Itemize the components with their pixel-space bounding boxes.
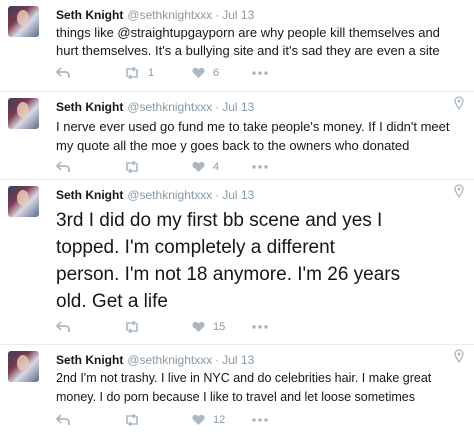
author-handle[interactable]: @sethknightxxx (127, 8, 212, 22)
tweet-text: 3rd I did do my first bb scene and yes I… (56, 207, 460, 315)
tweet-3[interactable]: Seth Knight @sethknightxxx · Jul 13 3rd I d… (0, 180, 474, 345)
like-button[interactable]: 15 (192, 320, 225, 334)
tweet-text-line: money. I do porn because I like to trave… (56, 390, 415, 404)
author-handle[interactable]: @sethknightxxx (127, 188, 212, 202)
retweet-icon (124, 321, 140, 333)
retweet-button[interactable]: 1 (124, 66, 154, 80)
reply-icon (56, 161, 70, 173)
retweet-icon (124, 161, 140, 173)
like-button[interactable]: 12 (192, 413, 225, 427)
tweet-actions: 15 (56, 320, 296, 334)
more-icon (252, 165, 268, 169)
tweet-header: Seth Knight @sethknightxxx · Jul 13 (56, 100, 254, 114)
avatar[interactable] (8, 6, 39, 37)
retweet-icon (124, 414, 140, 426)
timestamp[interactable]: Jul 13 (222, 100, 254, 114)
like-button[interactable]: 6 (192, 66, 219, 80)
retweet-icon (124, 67, 140, 79)
heart-icon (192, 321, 205, 333)
reply-icon (56, 414, 70, 426)
reply-button[interactable] (56, 66, 70, 80)
author-name[interactable]: Seth Knight (56, 8, 123, 22)
timestamp[interactable]: Jul 13 (222, 8, 254, 22)
tweet-2[interactable]: Seth Knight @sethknightxxx · Jul 13 I nerve… (0, 92, 474, 180)
reply-button[interactable] (56, 320, 70, 334)
retweet-count: 1 (148, 67, 155, 79)
tweet-header: Seth Knight @sethknightxxx · Jul 13 (56, 353, 254, 367)
tweet-text-line: topped. I'm completely a different (56, 237, 335, 258)
more-button[interactable] (252, 66, 268, 80)
tweet-header: Seth Knight @sethknightxxx · Jul 13 (56, 8, 254, 22)
tweet-text-line: things like @straightupgayporn are why p… (56, 25, 440, 40)
tweet-text: 2nd I'm not trashy. I live in NYC and do… (56, 369, 460, 407)
tweet-1[interactable]: Seth Knight @sethknightxxx · Jul 13 things … (0, 0, 474, 92)
heart-icon (192, 161, 205, 173)
tweet-text-line: hurt themselves. It's a bullying site an… (56, 43, 440, 58)
tweet-text-line: old. Get a life (56, 291, 168, 312)
reply-button[interactable] (56, 160, 70, 174)
author-name[interactable]: Seth Knight (56, 353, 123, 367)
timestamp[interactable]: Jul 13 (222, 188, 254, 202)
avatar[interactable] (8, 351, 39, 382)
more-icon (252, 71, 268, 75)
separator: · (215, 353, 220, 367)
tweet-text: I nerve ever used go fund me to take peo… (56, 117, 460, 155)
separator: · (215, 188, 220, 202)
tweet-feed: Seth Knight @sethknightxxx · Jul 13 things … (0, 0, 474, 432)
tweet-text-line: 2nd I'm not trashy. I live in NYC and do… (56, 371, 432, 385)
tweet-text-line: I nerve ever used go fund me to take peo… (56, 119, 450, 134)
tweet-text: things like @straightupgayporn are why p… (56, 24, 460, 60)
like-count: 4 (213, 161, 220, 173)
more-button[interactable] (252, 320, 268, 334)
tweet-text-line: person. I'm not 18 anymore. I'm 26 years (56, 264, 401, 285)
tweet-4[interactable]: Seth Knight @sethknightxxx · Jul 13 2nd I'm… (0, 345, 474, 432)
avatar[interactable] (8, 186, 39, 217)
avatar[interactable] (8, 98, 39, 129)
author-handle[interactable]: @sethknightxxx (127, 100, 212, 114)
reply-icon (56, 67, 70, 79)
timestamp[interactable]: Jul 13 (222, 353, 254, 367)
tweet-actions: 12 (56, 413, 296, 427)
location-pin-icon[interactable] (454, 96, 464, 110)
heart-icon (192, 67, 205, 79)
more-button[interactable] (252, 160, 268, 174)
author-handle[interactable]: @sethknightxxx (127, 353, 212, 367)
reply-icon (56, 321, 70, 333)
more-button[interactable] (252, 413, 268, 427)
more-icon (252, 325, 268, 329)
heart-icon (192, 414, 205, 426)
tweet-actions: 1 6 (56, 66, 296, 80)
like-count: 15 (213, 321, 226, 333)
reply-button[interactable] (56, 413, 70, 427)
like-count: 12 (213, 414, 226, 426)
retweet-button[interactable] (124, 160, 148, 174)
retweet-button[interactable] (124, 413, 148, 427)
separator: · (215, 100, 220, 114)
tweet-header: Seth Knight @sethknightxxx · Jul 13 (56, 188, 254, 202)
like-button[interactable]: 4 (192, 160, 219, 174)
tweet-actions: 4 (56, 160, 296, 174)
like-count: 6 (213, 67, 220, 79)
location-pin-icon[interactable] (454, 349, 464, 363)
more-icon (252, 418, 268, 422)
retweet-button[interactable] (124, 320, 148, 334)
author-name[interactable]: Seth Knight (56, 100, 123, 114)
separator: · (215, 8, 220, 22)
tweet-text-line: 3rd I did do my first bb scene and yes I (56, 210, 383, 231)
location-pin-icon[interactable] (454, 184, 464, 198)
author-name[interactable]: Seth Knight (56, 188, 123, 202)
tweet-text-line: my quote all the moe y goes back to the … (56, 138, 410, 153)
